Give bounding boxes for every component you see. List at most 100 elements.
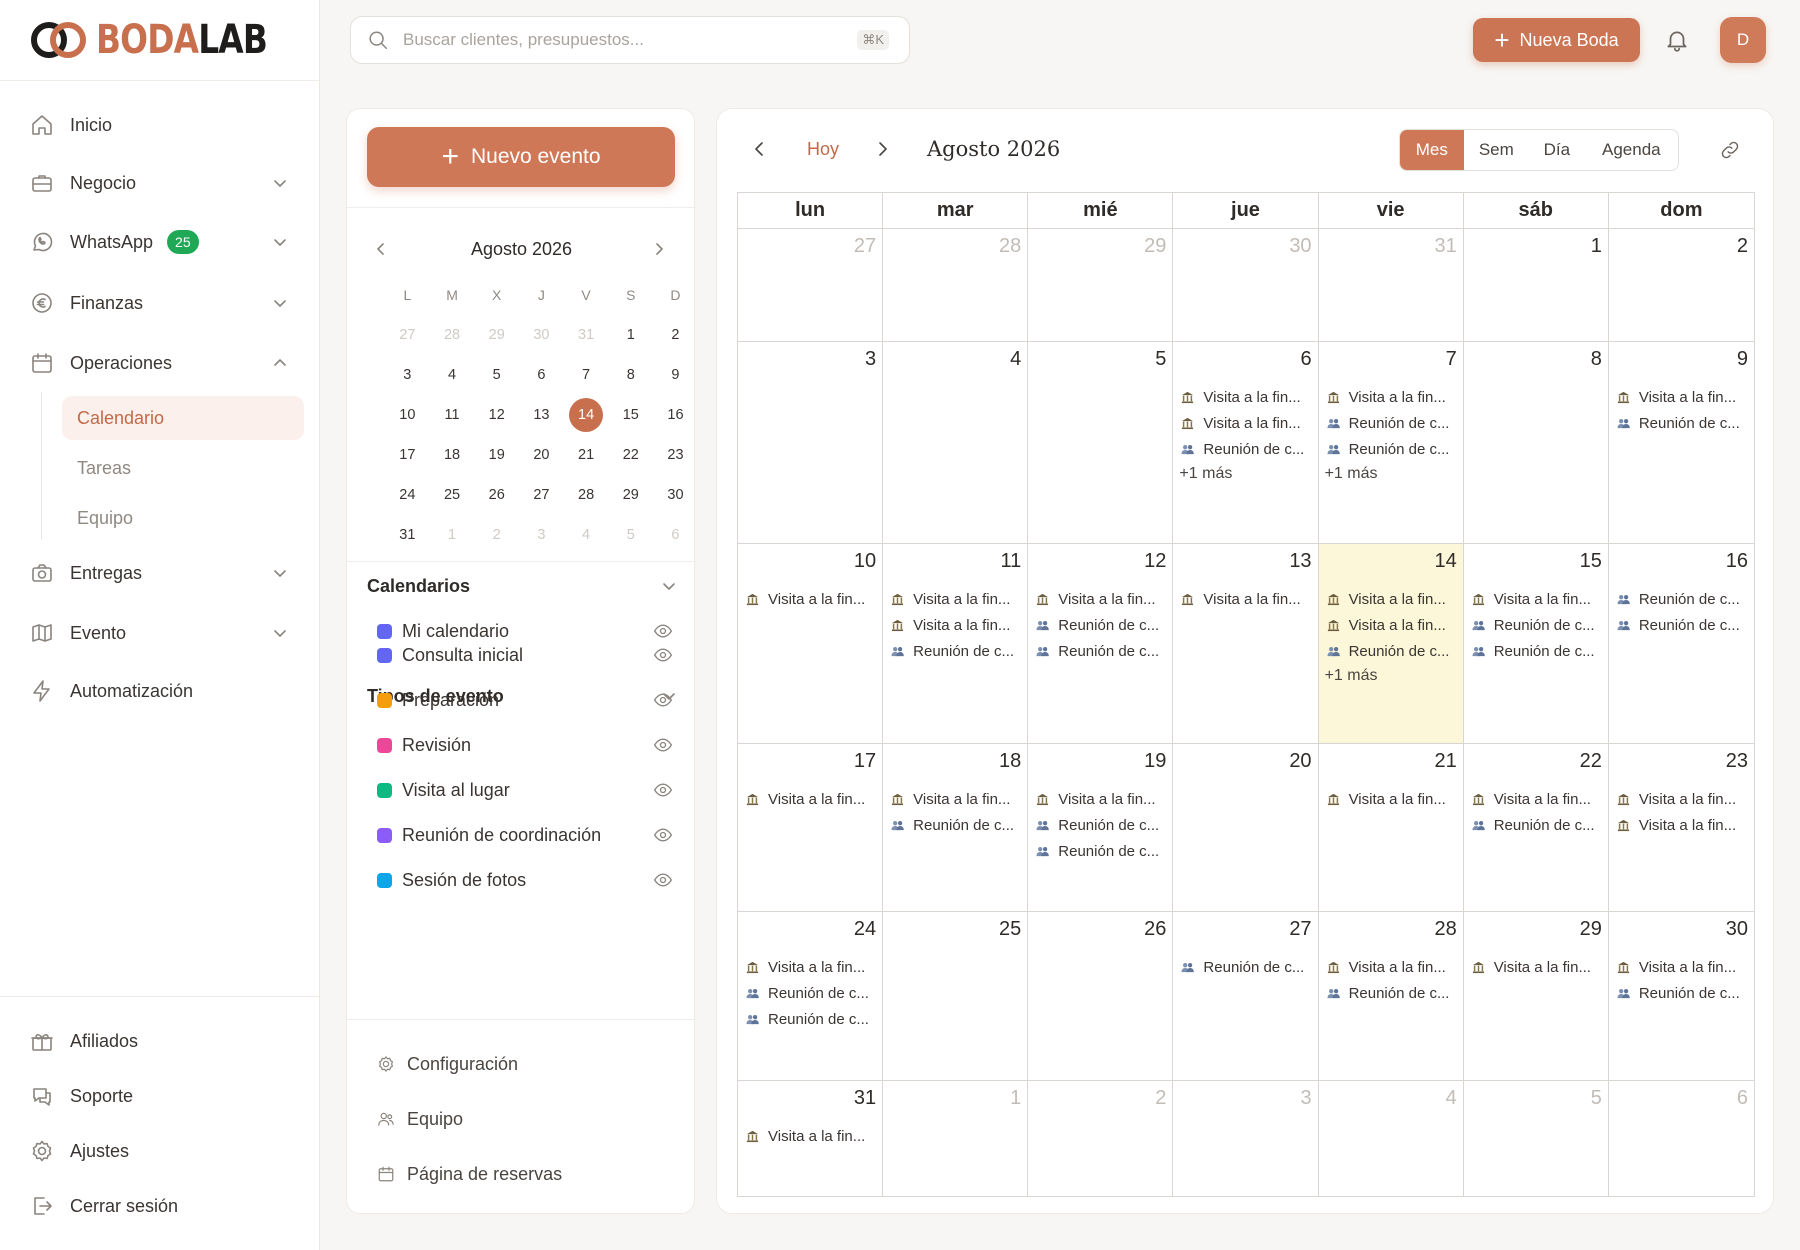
nav-inicio[interactable]: Inicio [30,105,288,145]
event-visita[interactable]: Visita a la fin... [746,1123,878,1149]
mini-day[interactable]: 31 [564,315,609,355]
nav-cerrar-sesion[interactable]: Cerrar sesión [30,1186,288,1226]
mini-day[interactable]: 1 [430,515,475,555]
mini-day-selected[interactable]: 14 [564,395,609,435]
day-cell[interactable]: 25 [883,912,1029,1081]
nav-whatsapp[interactable]: WhatsApp 25 [30,222,288,262]
day-cell[interactable]: 29 Visita a la fin... [1463,912,1609,1081]
link-icon[interactable] [1719,139,1741,161]
event-reunion[interactable]: Reunión de c... [1327,436,1459,462]
chevron-right-icon[interactable] [651,241,667,257]
event-visita[interactable]: Visita a la fin... [891,586,1023,612]
mini-day[interactable]: 17 [385,435,430,475]
mini-day[interactable]: 25 [430,475,475,515]
day-cell[interactable]: 31 Visita a la fin... [738,1081,884,1196]
nav-afiliados[interactable]: Afiliados [30,1021,288,1061]
day-cell[interactable]: 10 Visita a la fin... [738,544,884,744]
mini-day[interactable]: 4 [430,355,475,395]
day-cell[interactable]: 27 [738,229,884,342]
nav-operaciones[interactable]: Operaciones [30,343,288,383]
eye-icon[interactable] [653,870,673,890]
mini-day[interactable]: 28 [564,475,609,515]
mini-day[interactable]: 20 [519,435,564,475]
event-reunion[interactable]: Reunión de c... [1327,410,1459,436]
day-cell[interactable]: 4 [883,342,1029,544]
event-visita[interactable]: Visita a la fin... [891,612,1023,638]
event-reunion[interactable]: Reunión de c... [1472,638,1604,664]
day-cell[interactable]: 13 Visita a la fin... [1173,544,1319,744]
day-cell[interactable]: 30 Visita a la fin... Reunión de c... [1608,912,1754,1081]
mini-day[interactable]: 26 [474,475,519,515]
day-cell[interactable]: 4 [1319,1081,1464,1196]
search-input[interactable] [403,30,843,50]
event-reunion[interactable]: Reunión de c... [891,812,1023,838]
eye-icon[interactable] [653,780,673,800]
new-event-button[interactable]: + Nuevo evento [367,127,675,187]
settings-link[interactable]: Configuración [377,1046,677,1082]
day-cell[interactable]: 1 [883,1081,1029,1196]
day-cell[interactable]: 2 [1608,229,1754,342]
mini-day[interactable]: 22 [608,435,653,475]
event-type-item[interactable]: Preparación [377,682,677,718]
event-visita[interactable]: Visita a la fin... [1181,384,1313,410]
nav-negocio[interactable]: Negocio [30,163,288,203]
mini-day[interactable]: 3 [519,515,564,555]
mini-day[interactable]: 13 [519,395,564,435]
event-reunion[interactable]: Reunión de c... [1327,980,1459,1006]
eye-icon[interactable] [653,735,673,755]
day-cell[interactable]: 2 [1028,1081,1174,1196]
event-reunion[interactable]: Reunión de c... [1617,410,1750,436]
event-reunion[interactable]: Reunión de c... [1327,638,1459,664]
mini-day[interactable]: 7 [564,355,609,395]
subnav-equipo[interactable]: Equipo [62,496,304,540]
mini-day[interactable]: 2 [653,315,698,355]
day-cell[interactable]: 28 Visita a la fin... Reunión de c... [1318,912,1464,1081]
event-reunion[interactable]: Reunión de c... [1617,612,1750,638]
event-visita[interactable]: Visita a la fin... [1617,384,1750,410]
search-bar[interactable]: ⌘K [350,16,910,64]
day-cell[interactable]: 8 [1463,342,1609,544]
day-cell[interactable]: 21 Visita a la fin... [1318,744,1464,912]
nav-entregas[interactable]: Entregas [30,553,288,593]
event-visita[interactable]: Visita a la fin... [1617,954,1750,980]
tab-sem[interactable]: Sem [1464,130,1530,170]
mini-day[interactable]: 2 [474,515,519,555]
day-cell[interactable]: 3 [738,342,884,544]
eye-icon[interactable] [653,825,673,845]
mini-day[interactable]: 18 [430,435,475,475]
mini-day[interactable]: 8 [608,355,653,395]
event-reunion[interactable]: Reunión de c... [1617,586,1750,612]
event-reunion[interactable]: Reunión de c... [1181,954,1313,980]
bell-icon[interactable] [1664,26,1690,54]
day-cell[interactable]: 18 Visita a la fin... Reunión de c... [883,744,1029,912]
day-cell[interactable]: 7 Visita a la fin... Reunión de c... Reunió… [1318,342,1464,544]
day-cell[interactable]: 28 [883,229,1029,342]
mini-day[interactable]: 16 [653,395,698,435]
mini-day[interactable]: 28 [430,315,475,355]
event-reunion[interactable]: Reunión de c... [1036,638,1168,664]
day-cell[interactable]: 5 [1028,342,1174,544]
event-visita[interactable]: Visita a la fin... [1181,586,1313,612]
nav-soporte[interactable]: Soporte [30,1076,288,1116]
event-visita[interactable]: Visita a la fin... [746,786,878,812]
day-cell[interactable]: 22 Visita a la fin... Reunión de c... [1463,744,1609,912]
day-cell[interactable]: 15 Visita a la fin... Reunión de c... Reuni… [1463,544,1609,744]
event-type-item[interactable]: Revisión [377,727,677,763]
subnav-tareas[interactable]: Tareas [62,446,304,490]
new-wedding-button[interactable]: + Nueva Boda [1473,18,1640,62]
mini-day[interactable]: 5 [608,515,653,555]
mini-day[interactable]: 3 [385,355,430,395]
event-visita[interactable]: Visita a la fin... [1472,586,1604,612]
mini-day[interactable]: 30 [519,315,564,355]
mini-day[interactable]: 27 [385,315,430,355]
tab-dia[interactable]: Día [1529,130,1585,170]
day-cell[interactable]: 23 Visita a la fin... Visita a la fin... [1608,744,1754,912]
mini-day[interactable]: 29 [474,315,519,355]
event-visita[interactable]: Visita a la fin... [891,786,1023,812]
day-cell[interactable]: 6 [1609,1081,1754,1196]
event-type-item[interactable]: Reunión de coordinación [377,817,677,853]
mini-day[interactable]: 6 [653,515,698,555]
mini-day[interactable]: 12 [474,395,519,435]
mini-day[interactable]: 6 [519,355,564,395]
logo[interactable]: BODALAB [28,16,305,64]
